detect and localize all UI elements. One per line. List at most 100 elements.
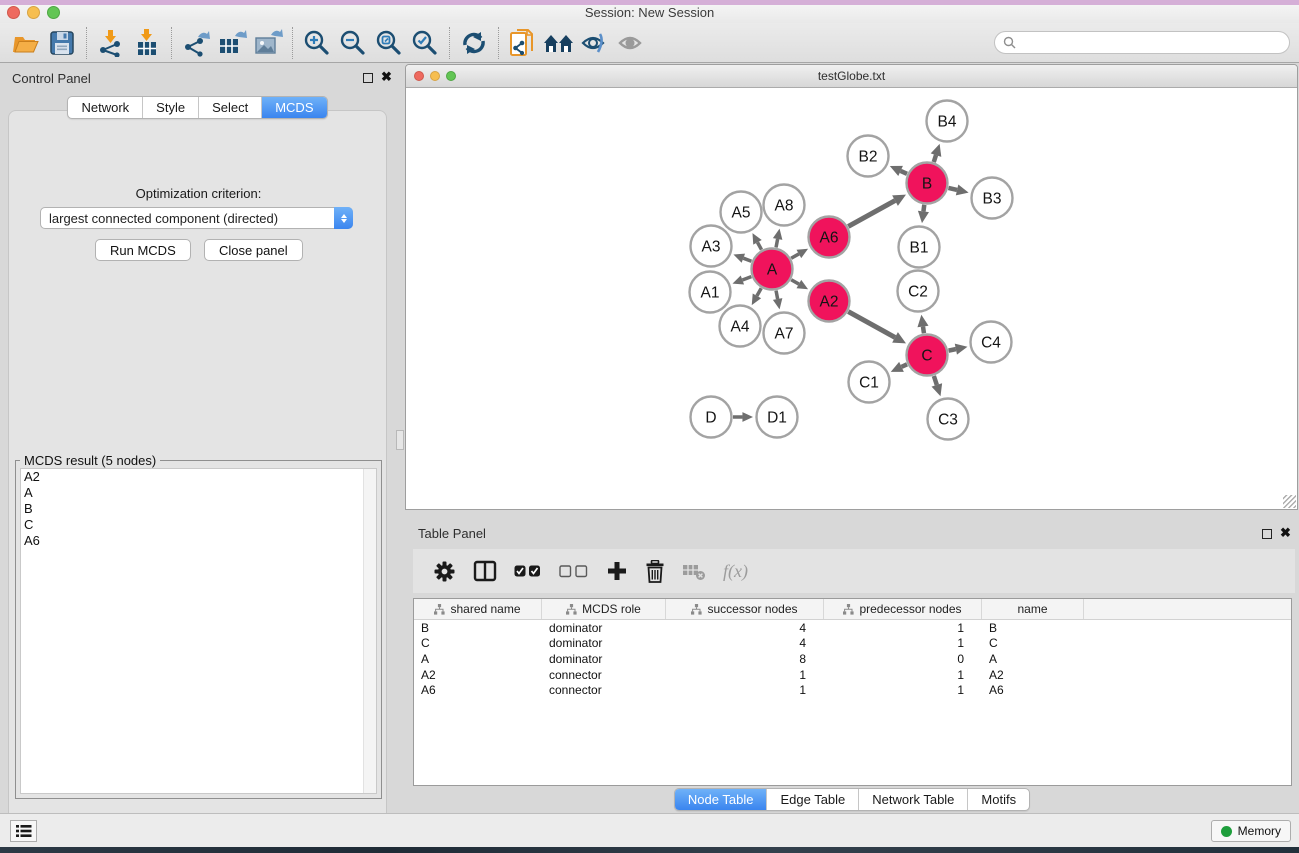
table-row[interactable]: A2connector11A2 [414,667,1291,683]
table-cell[interactable]: dominator [542,652,666,666]
graph-edge-A-A4[interactable] [757,288,761,296]
delete-table-icon[interactable] [682,561,706,581]
graph-edge-A6-B[interactable] [848,201,895,227]
close-window-icon[interactable] [7,6,20,19]
zoom-fit-icon[interactable] [371,27,407,59]
graph-node-B4[interactable]: B4 [927,101,968,142]
table-cell[interactable]: B [982,621,1084,635]
show-all-icon[interactable] [613,27,649,59]
graph-node-A4[interactable]: A4 [720,306,761,347]
result-item[interactable]: B [21,501,376,517]
graph-edge-B-B3[interactable] [948,188,957,190]
table-cell[interactable]: dominator [542,636,666,650]
graph-node-B2[interactable]: B2 [848,136,889,177]
deselect-checkboxes-icon[interactable] [559,564,589,578]
graph-edge-C-C2[interactable] [923,327,924,334]
graph-edge-A2-C[interactable] [848,312,895,338]
zoom-selected-icon[interactable] [407,27,443,59]
tab-network-table[interactable]: Network Table [858,789,967,810]
graph-edge-A-A3[interactable] [743,258,751,261]
result-item[interactable]: C [21,517,376,533]
table-settings-icon[interactable] [433,560,456,583]
optimization-criterion-select[interactable]: largest connected component (directed) [40,207,353,229]
save-session-icon[interactable] [44,27,80,59]
graph-node-A2[interactable]: A2 [809,281,850,322]
result-item[interactable]: A2 [21,469,376,485]
graph-node-A[interactable]: A [752,249,793,290]
graph-edge-A-A5[interactable] [758,242,762,249]
table-row[interactable]: Adominator80A [414,651,1291,667]
zoom-window-icon[interactable] [47,6,60,19]
network-graph[interactable]: B4B2BB3A5A8A6B1A3AC2A1A2A4A7C4CC1C3DD1 [406,88,1297,509]
new-network-from-selection-icon[interactable] [505,27,541,59]
tab-network[interactable]: Network [68,97,142,118]
table-cell[interactable]: connector [542,683,666,697]
minimize-view-icon[interactable] [430,71,440,81]
graph-node-B[interactable]: B [907,163,948,204]
column-header-name[interactable]: name [982,599,1084,619]
tab-mcds[interactable]: MCDS [261,97,326,118]
graph-node-B1[interactable]: B1 [899,227,940,268]
column-header-MCDS-role[interactable]: MCDS role [542,599,666,619]
minimize-window-icon[interactable] [27,6,40,19]
table-row[interactable]: Cdominator41C [414,636,1291,652]
mcds-result-list[interactable]: A2ABCA6 [20,468,377,794]
table-cell[interactable]: 4 [666,636,824,650]
zoom-view-icon[interactable] [446,71,456,81]
table-cell[interactable]: A6 [414,683,542,697]
result-item[interactable]: A6 [21,533,376,549]
task-history-button[interactable] [10,820,37,842]
scrollbar-track[interactable] [363,469,376,793]
table-cell[interactable]: C [982,636,1084,650]
memory-button[interactable]: Memory [1211,820,1291,842]
table-row[interactable]: Bdominator41B [414,620,1291,636]
graph-edge-C-C3[interactable] [934,376,937,385]
table-cell[interactable]: 8 [666,652,824,666]
table-cell[interactable]: A [982,652,1084,666]
graph-node-C1[interactable]: C1 [849,362,890,403]
table-cell[interactable]: A2 [414,668,542,682]
select-all-checkboxes-icon[interactable] [514,564,542,578]
graph-node-A7[interactable]: A7 [764,313,805,354]
table-cell[interactable]: 1 [824,636,982,650]
table-cell[interactable]: dominator [542,621,666,635]
table-row[interactable]: A6connector11A6 [414,682,1291,698]
function-builder-icon[interactable]: f(x) [723,561,748,582]
close-panel-button[interactable]: Close panel [204,239,303,261]
column-header-shared-name[interactable]: shared name [414,599,542,619]
table-cell[interactable]: C [414,636,542,650]
graph-edge-A-A8[interactable] [776,239,778,247]
graph-edge-A-A6[interactable] [791,254,799,258]
graph-edge-C-C1[interactable] [902,364,908,367]
export-image-icon[interactable] [250,27,286,59]
import-network-icon[interactable] [93,27,129,59]
hide-selected-icon[interactable] [577,27,613,59]
graph-edge-B-B1[interactable] [923,205,924,212]
graph-node-C[interactable]: C [907,335,948,376]
apply-layout-icon[interactable] [456,27,492,59]
graph-edge-A-A2[interactable] [791,280,799,284]
export-table-icon[interactable] [214,27,250,59]
table-cell[interactable]: connector [542,668,666,682]
split-divider-handle[interactable] [396,430,404,450]
table-cell[interactable]: 1 [824,621,982,635]
graph-node-D1[interactable]: D1 [757,397,798,438]
tab-node-table[interactable]: Node Table [675,789,767,810]
graph-node-D[interactable]: D [691,397,732,438]
table-cell[interactable]: B [414,621,542,635]
table-cell[interactable]: A [414,652,542,666]
add-column-icon[interactable] [606,560,628,582]
float-table-panel-icon[interactable] [1262,529,1272,539]
table-cell[interactable]: 1 [666,683,824,697]
zoom-out-icon[interactable] [335,27,371,59]
table-cell[interactable]: 4 [666,621,824,635]
split-columns-icon[interactable] [473,560,497,582]
table-cell[interactable]: 1 [666,668,824,682]
network-canvas[interactable]: B4B2BB3A5A8A6B1A3AC2A1A2A4A7C4CC1C3DD1 [406,88,1297,509]
zoom-in-icon[interactable] [299,27,335,59]
graph-node-A3[interactable]: A3 [691,226,732,267]
graph-node-C2[interactable]: C2 [898,271,939,312]
search-box[interactable] [994,31,1290,54]
run-mcds-button[interactable]: Run MCDS [95,239,191,261]
tab-select[interactable]: Select [198,97,261,118]
